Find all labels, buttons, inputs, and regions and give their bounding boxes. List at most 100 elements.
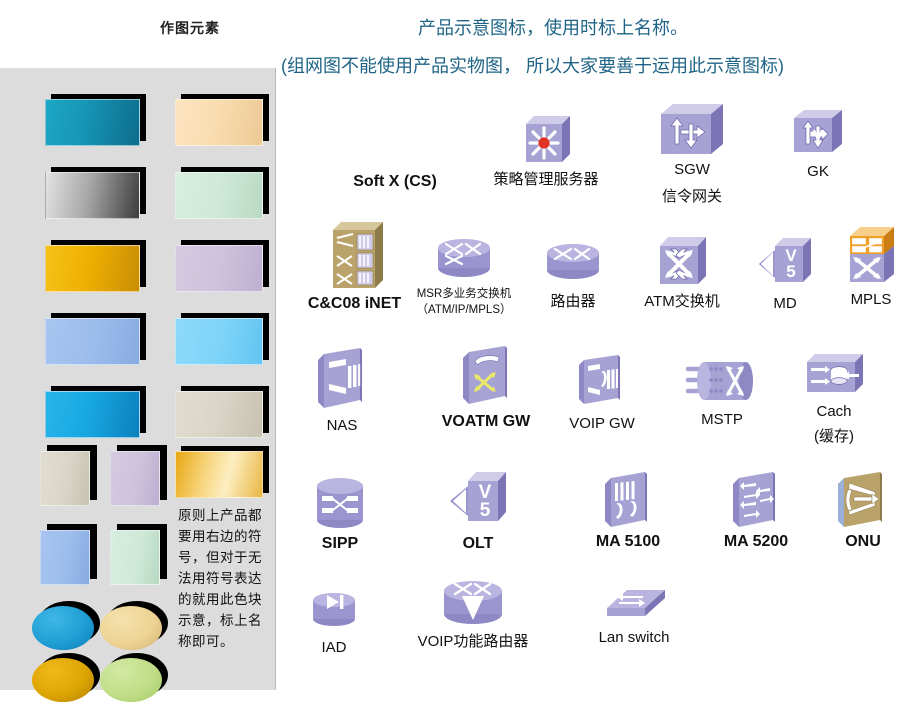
sidebar-small-block-sand[interactable]	[40, 445, 97, 506]
icon-label: Lan switch	[598, 629, 670, 646]
page-subtitle: (组网图不能使用产品实物图， 所以大家要善于运用此示意图标)	[281, 56, 784, 76]
sidebar-block-cornflower[interactable]	[45, 313, 146, 365]
icon-label: MA 5200	[723, 533, 789, 550]
block-face	[175, 318, 263, 365]
icon-cell-iad[interactable]: IAD	[296, 588, 372, 657]
sgw-icon	[655, 100, 729, 160]
icon-cell-mpls[interactable]: MPLS	[828, 222, 914, 309]
icon-cell-onu[interactable]: ONU	[818, 470, 908, 551]
icon-label: NAS	[326, 417, 358, 434]
ellipse-face	[100, 658, 162, 702]
icon-cell-ma5200[interactable]: MA 5200	[700, 470, 812, 551]
sidebar-ellipse-green[interactable]	[100, 653, 168, 702]
icon-cell-voip-router[interactable]: VOIP功能路由器	[392, 578, 554, 651]
icon-label: ONU	[845, 533, 881, 550]
icon-label: VOIP功能路由器	[417, 633, 529, 650]
sidebar-block-cyan[interactable]	[45, 386, 146, 438]
icon-cell-soft-x-cs[interactable]: Soft X (CS)	[305, 110, 485, 191]
icon-sublabel: (缓存)	[814, 428, 854, 445]
svg-text:5: 5	[786, 262, 795, 281]
icon-label: ATM交换机	[644, 293, 720, 310]
sidebar-ellipse-cyan[interactable]	[32, 601, 100, 650]
icon-label: SGW	[674, 161, 710, 178]
block-face	[40, 530, 90, 585]
sidebar-block-lavender[interactable]	[175, 240, 269, 292]
icon-label: VOIP GW	[569, 415, 635, 432]
sidebar-block-sand[interactable]	[175, 386, 269, 438]
sidebar-small-block-cornflower[interactable]	[40, 524, 97, 585]
icon-cell-cach[interactable]: Cach (缓存)	[788, 350, 880, 446]
policy-server-icon	[516, 108, 576, 170]
sidebar-small-block-lavender[interactable]	[110, 445, 167, 506]
ellipse-face	[32, 606, 94, 650]
onu-icon	[832, 470, 894, 530]
block-face	[175, 451, 263, 498]
ma5100-icon	[599, 470, 657, 530]
gk-icon: V	[788, 106, 848, 162]
sidebar-ellipse-tan[interactable]	[100, 601, 168, 650]
block-face	[45, 245, 140, 292]
icon-cell-sgw[interactable]: SGW 信令网关	[632, 100, 752, 206]
svg-text:5: 5	[480, 500, 491, 521]
icon-label: MSTP	[701, 411, 743, 428]
block-face	[40, 451, 90, 506]
sidebar-block-gray[interactable]	[45, 167, 146, 219]
icon-cell-md[interactable]: V 5 MD	[742, 234, 828, 313]
sidebar-small-block-gold-grad[interactable]	[175, 446, 269, 498]
slide-root: 作图元素 产品示意图标，使用时标上名称。 (组网图不能使用产品实物图， 所以大家…	[0, 0, 920, 702]
svg-text:V: V	[813, 127, 823, 144]
msr-switch-icon	[432, 234, 496, 282]
sipp-icon	[311, 474, 369, 532]
sidebar-block-mint[interactable]	[175, 167, 269, 219]
atm-switch-icon	[652, 232, 712, 290]
icon-cell-router[interactable]: 路由器	[527, 240, 619, 311]
voip-gw-icon	[574, 352, 630, 408]
icon-cell-voip-gw[interactable]: VOIP GW	[552, 352, 652, 433]
voip-router-icon	[438, 578, 508, 630]
page-title-left: 作图元素	[160, 20, 220, 36]
icon-label: MA 5100	[595, 533, 661, 550]
sidebar-small-block-mint[interactable]	[110, 524, 167, 585]
sidebar-block-peach[interactable]	[175, 94, 269, 146]
block-face	[175, 391, 263, 438]
icon-cell-voatm-gw[interactable]: VOATM GW	[420, 344, 552, 431]
icon-label: OLT	[462, 535, 494, 552]
sidebar-note-text: 原则上产品都要用右边的符号，但对于无法用符号表达的就用此色块示意，标上名称即可。	[178, 508, 262, 650]
sidebar-block-teal[interactable]	[45, 94, 146, 146]
icon-cell-cc08-inet[interactable]: C&C08 iNET	[292, 216, 417, 313]
block-face	[110, 530, 160, 585]
icon-cell-msr-switch[interactable]: MSR多业务交换机 （ATM/IP/MPLS）	[408, 234, 520, 318]
icon-sublabel: （ATM/IP/MPLS）	[416, 304, 512, 316]
block-face	[45, 318, 140, 365]
router-icon	[541, 240, 605, 284]
icon-cell-lan-switch[interactable]: Lan switch	[570, 586, 698, 647]
icon-cell-mstp[interactable]: MSTP	[672, 356, 772, 429]
ma5200-icon	[727, 470, 785, 530]
sidebar-ellipse-gold[interactable]	[32, 653, 100, 702]
ellipse-face	[32, 658, 94, 702]
icon-cell-gk[interactable]: V GK	[768, 106, 868, 181]
soft-x-cs-icon-placeholder	[365, 110, 425, 172]
iad-icon	[308, 588, 360, 632]
icon-label: MD	[773, 295, 797, 312]
icon-label: VOATM GW	[441, 413, 531, 430]
icon-label: Cach	[816, 403, 852, 420]
mpls-icon	[840, 222, 902, 290]
sidebar-block-skyblue[interactable]	[175, 313, 269, 365]
icon-label: SIPP	[321, 535, 359, 552]
icon-cell-nas[interactable]: NAS	[296, 346, 388, 435]
lan-switch-icon	[599, 586, 669, 626]
block-face	[175, 245, 263, 292]
icon-label: Soft X (CS)	[353, 173, 437, 190]
icon-cell-sipp[interactable]: SIPP	[296, 474, 384, 553]
icon-label: MPLS	[850, 291, 892, 308]
icon-cell-ma5100[interactable]: MA 5100	[572, 470, 684, 551]
mstp-icon	[685, 356, 758, 408]
icon-cell-atm-switch[interactable]: ATM交换机	[628, 232, 736, 311]
block-face	[175, 99, 263, 146]
sidebar-block-gold[interactable]	[45, 240, 146, 292]
icon-cell-olt[interactable]: V 5 OLT	[430, 468, 526, 553]
md-icon: V 5	[753, 234, 817, 290]
icon-cell-policy-server[interactable]: 策略管理服务器	[470, 108, 622, 189]
icon-label: 路由器	[550, 293, 596, 310]
